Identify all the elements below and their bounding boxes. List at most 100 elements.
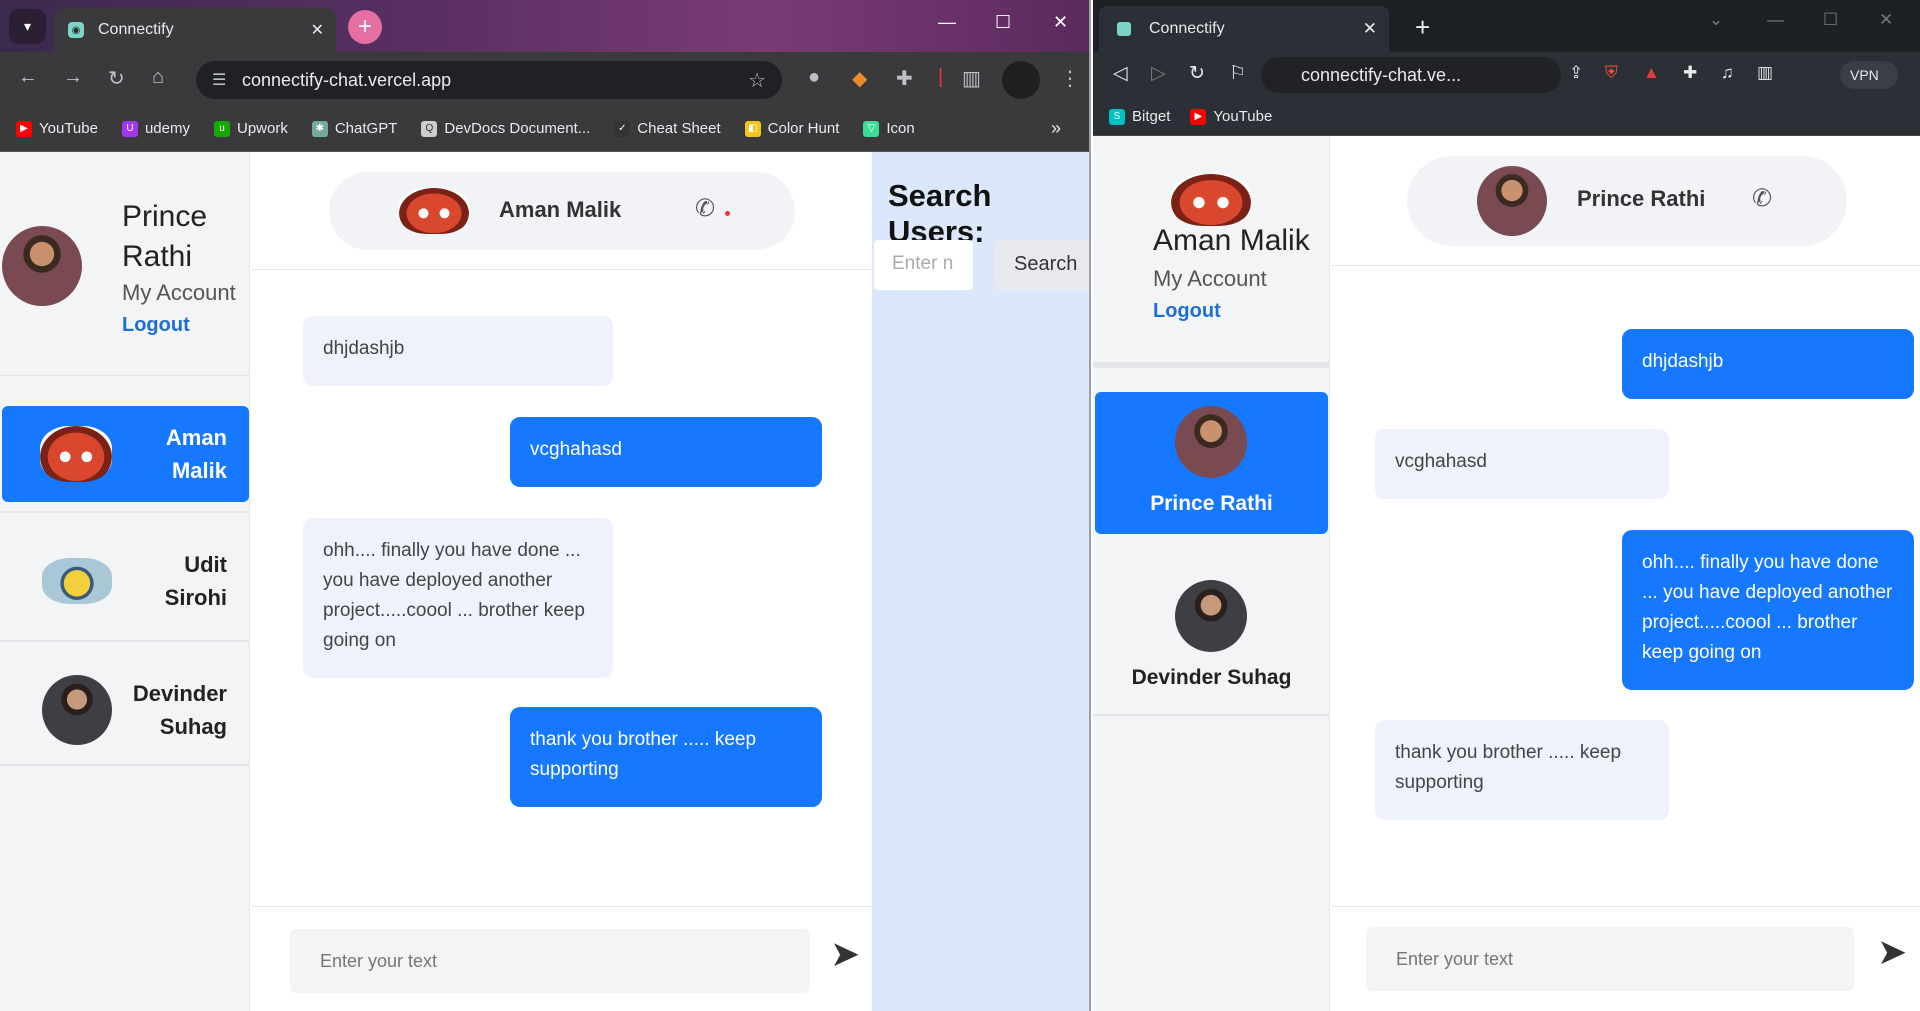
reload-icon[interactable]: ↻ bbox=[1189, 62, 1205, 85]
forward-icon[interactable]: → bbox=[63, 66, 83, 89]
phone-call-icon[interactable]: ✆ bbox=[1752, 184, 1772, 213]
site-info-icon[interactable]: ☰ bbox=[212, 70, 226, 90]
tab-list-icon[interactable]: ⌄ bbox=[1709, 10, 1723, 30]
side-panel-icon[interactable]: ▥ bbox=[962, 66, 981, 91]
user-item-devinder-suhag[interactable]: Devinder Suhag bbox=[2, 663, 249, 759]
bookmark-star-icon[interactable]: ☆ bbox=[748, 68, 766, 93]
message-incoming: vcghahasd bbox=[1375, 429, 1669, 499]
address-bar[interactable]: ☰ connectify-chat.vercel.app ☆ bbox=[196, 61, 782, 99]
my-account-link[interactable]: My Account bbox=[122, 280, 236, 306]
my-account-link[interactable]: My Account bbox=[1153, 266, 1267, 292]
more-bookmarks-icon[interactable]: » bbox=[1051, 118, 1061, 139]
media-icon[interactable]: ♫ bbox=[1721, 63, 1734, 83]
brave-shields-icon[interactable]: ⛨ bbox=[1605, 63, 1618, 83]
logout-link[interactable]: Logout bbox=[1153, 300, 1221, 323]
search-button[interactable]: Search bbox=[994, 240, 1089, 290]
left-tab-title: Connectify bbox=[98, 21, 174, 38]
address-url: connectify-chat.ve... bbox=[1301, 65, 1462, 85]
bookmark-bitget[interactable]: S Bitget bbox=[1109, 108, 1170, 125]
divider bbox=[0, 511, 250, 513]
profile-avatar[interactable] bbox=[1002, 61, 1040, 99]
notification-dot bbox=[725, 211, 730, 216]
close-tab-icon[interactable]: ✕ bbox=[311, 20, 324, 40]
right-app: Aman Malik My Account Logout Prince Rath… bbox=[1093, 136, 1920, 1011]
bookmark-cheat-sheet[interactable]: ✓ Cheat Sheet bbox=[614, 120, 721, 137]
phone-call-icon[interactable]: ✆ bbox=[695, 194, 715, 223]
bookmark-icon[interactable]: ▽ Icon bbox=[863, 120, 915, 137]
chat-header: Aman Malik ✆ bbox=[252, 152, 872, 270]
search-input[interactable]: Enter n bbox=[874, 240, 973, 290]
chat-contact-pill: Aman Malik ✆ bbox=[329, 172, 795, 250]
message-input-bar: ➤ bbox=[1332, 906, 1920, 1011]
back-icon[interactable]: ← bbox=[18, 66, 38, 89]
user-item-aman-malik[interactable]: Aman Malik bbox=[2, 406, 249, 502]
logout-link[interactable]: Logout bbox=[122, 314, 190, 337]
vpn-button[interactable]: VPN bbox=[1840, 61, 1898, 89]
reload-icon[interactable]: ↻ bbox=[108, 66, 125, 91]
bookmark-youtube[interactable]: ▶ YouTube bbox=[1190, 108, 1272, 125]
chat-header: Prince Rathi ✆ bbox=[1332, 136, 1920, 266]
bookmark-upwork[interactable]: u Upwork bbox=[213, 120, 288, 137]
tab-search-button[interactable]: ▾ bbox=[9, 9, 46, 44]
right-active-tab[interactable]: Connectify ✕ bbox=[1099, 6, 1389, 52]
maximize-icon[interactable]: ☐ bbox=[1823, 10, 1838, 30]
metamask-icon[interactable]: ◆ bbox=[852, 66, 867, 91]
cheat-sheet-icon: ✓ bbox=[614, 120, 631, 137]
user-name: Aman Malik bbox=[165, 425, 227, 483]
message-input[interactable] bbox=[290, 929, 810, 993]
left-chat-panel: Aman Malik ✆ dhjdashjb vcghahasd ohh....… bbox=[252, 152, 872, 1011]
divider bbox=[0, 640, 250, 642]
back-icon[interactable]: ◁ bbox=[1113, 62, 1128, 85]
new-tab-button[interactable]: + bbox=[1415, 12, 1430, 43]
bookmark-color-hunt[interactable]: ◧ Color Hunt bbox=[744, 120, 839, 137]
my-profile-card: Prince Rathi My Account Logout bbox=[0, 152, 250, 376]
share-icon[interactable]: ⇪ bbox=[1569, 63, 1583, 83]
user-name: Devinder Suhag bbox=[1131, 666, 1292, 689]
bookmark-chatgpt[interactable]: ✱ ChatGPT bbox=[311, 120, 397, 137]
divider bbox=[1093, 362, 1330, 368]
sidebar-icon[interactable]: ▥ bbox=[1757, 63, 1773, 83]
message-incoming: ohh.... finally you have done ... you ha… bbox=[303, 518, 613, 678]
address-bar[interactable]: connectify-chat.ve... bbox=[1261, 57, 1561, 93]
udemy-icon: U bbox=[121, 120, 138, 137]
send-icon[interactable]: ➤ bbox=[1877, 931, 1907, 973]
new-tab-button[interactable]: + bbox=[348, 10, 382, 44]
send-icon[interactable]: ➤ bbox=[830, 933, 860, 975]
home-icon[interactable]: ⌂ bbox=[152, 66, 164, 89]
close-tab-icon[interactable]: ✕ bbox=[1363, 19, 1377, 39]
forward-icon[interactable]: ▷ bbox=[1151, 62, 1166, 85]
maximize-icon[interactable]: ☐ bbox=[995, 12, 1011, 33]
extensions-puzzle-icon[interactable]: ✚ bbox=[896, 66, 913, 91]
left-active-tab[interactable]: ◉ Connectify ✕ bbox=[54, 8, 336, 52]
close-window-icon[interactable]: ✕ bbox=[1053, 12, 1068, 33]
color-hunt-icon: ◧ bbox=[744, 120, 761, 137]
bookmark-udemy[interactable]: Uudemy bbox=[121, 120, 190, 137]
brave-rewards-icon[interactable]: ▲ bbox=[1643, 63, 1660, 83]
right-tab-strip: Connectify ✕ + ⌄ — ☐ ✕ bbox=[1093, 0, 1920, 52]
minimize-icon[interactable]: — bbox=[938, 12, 956, 33]
divider bbox=[0, 764, 250, 766]
extensions-icon[interactable]: ✚ bbox=[1683, 63, 1697, 83]
right-toolbar: ◁ ▷ ↻ ⚐ connectify-chat.ve... ⇪ ⛨ ▲ ✚ ♫ … bbox=[1093, 52, 1920, 98]
message-outgoing: dhjdashjb bbox=[1622, 329, 1914, 399]
user-name: Devinder Suhag bbox=[132, 681, 227, 739]
minimize-icon[interactable]: — bbox=[1767, 10, 1784, 30]
divider bbox=[1093, 714, 1330, 716]
user-item-prince-rathi[interactable]: Prince Rathi bbox=[1095, 392, 1328, 534]
devdocs-icon: Q bbox=[421, 120, 438, 137]
left-bookmarks-bar: ▶ YouTube Uudemy u Upwork ✱ ChatGPT Q DevDoc… bbox=[0, 106, 1089, 152]
bookmark-youtube[interactable]: ▶ YouTube bbox=[16, 120, 98, 137]
bookmark-devdocs[interactable]: Q DevDocs Document... bbox=[421, 120, 590, 137]
bitget-icon: S bbox=[1109, 108, 1125, 125]
menu-kebab-icon[interactable]: ⋮ bbox=[1060, 66, 1080, 91]
user-item-devinder-suhag[interactable]: Devinder Suhag bbox=[1095, 566, 1328, 708]
extension-icon[interactable]: ● bbox=[808, 66, 820, 89]
message-input[interactable] bbox=[1366, 927, 1854, 991]
bookmark-icon[interactable]: ⚐ bbox=[1229, 62, 1246, 85]
user-item-udit-sirohi[interactable]: Udit Sirohi bbox=[2, 534, 249, 630]
contact-avatar bbox=[399, 188, 469, 234]
left-app: Prince Rathi My Account Logout Aman Mali… bbox=[0, 152, 1089, 1011]
close-window-icon[interactable]: ✕ bbox=[1879, 10, 1893, 30]
my-avatar bbox=[1171, 174, 1251, 226]
contact-avatar bbox=[1477, 166, 1547, 236]
